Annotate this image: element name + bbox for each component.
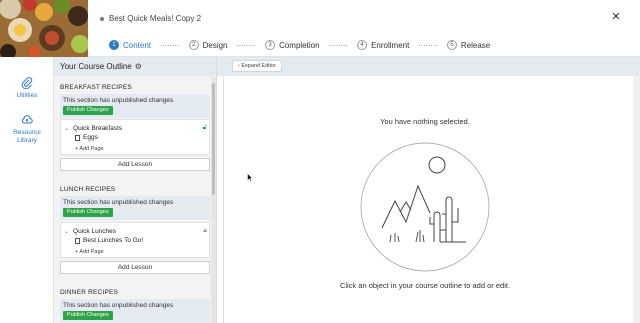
empty-state-illustration-icon — [360, 142, 490, 272]
library-label: Library — [17, 137, 37, 144]
step-number: 5 — [446, 40, 457, 50]
lock-icon[interactable]: 🔒︎ — [203, 227, 207, 235]
step-number: 4 — [357, 40, 368, 50]
unpublished-notice: This section has unpublished changes Pub… — [60, 196, 210, 220]
empty-state-instruction: Click an object in your course outline t… — [339, 281, 511, 290]
lesson-row[interactable]: ⌄ Quick Lunches 🔒︎ — [64, 226, 208, 236]
step-navigation: 1 Content ........ 2 Design ........ 3 C… — [109, 40, 490, 50]
resource-label: Resource — [13, 129, 41, 136]
step-label: Enrollment — [371, 40, 410, 50]
outline-title: Your Course Outline — [60, 62, 132, 71]
chevron-left-icon: ‹ — [238, 63, 240, 69]
app-header: Best Quick Meals! Copy 2 ✕ 1 Content ...… — [0, 0, 640, 57]
course-outline-panel: Your Course Outline ⚙ BREAKFAST RECIPES … — [54, 57, 217, 323]
mouse-cursor-icon — [247, 173, 253, 182]
step-label: Content — [123, 40, 152, 50]
expand-editor-label: Expand Editor — [241, 63, 276, 69]
notice-text: This section has unpublished changes — [63, 199, 174, 206]
gear-icon[interactable]: ⚙ — [135, 62, 142, 71]
notice-text: This section has unpublished changes — [63, 97, 174, 104]
step-separator: ........ — [160, 40, 180, 48]
status-dot-icon — [100, 16, 104, 21]
lesson-title: Quick Lunches — [73, 227, 117, 235]
step-number: 3 — [265, 40, 276, 50]
chevron-down-icon[interactable]: ⌄ — [64, 228, 69, 235]
page-row[interactable]: Best Lunches To Go! — [75, 237, 143, 244]
lesson-card: ⌄ Quick Breakfasts 🔓︎ Eggs + Add Page — [60, 119, 210, 155]
unlock-icon[interactable]: 🔓︎ — [202, 124, 207, 132]
publish-changes-button[interactable]: Publish Changes — [63, 106, 113, 115]
utilities-label: Utilities — [16, 92, 38, 99]
notice-text: This section has unpublished changes — [63, 302, 174, 309]
unpublished-notice: This section has unpublished changes Pub… — [60, 94, 210, 118]
add-lesson-button[interactable]: Add Lesson — [60, 158, 210, 171]
editor-toolbar: ‹ Expand Editor — [217, 57, 640, 76]
section-title: BREAKFAST RECIPES — [60, 84, 132, 91]
scrollbar-thumb[interactable] — [212, 83, 215, 195]
add-page-link[interactable]: + Add Page — [75, 249, 104, 255]
add-page-link[interactable]: + Add Page — [75, 146, 104, 152]
paperclip-icon — [21, 77, 33, 89]
expand-editor-button[interactable]: ‹ Expand Editor — [232, 60, 282, 72]
lesson-title: Quick Breakfasts — [73, 124, 123, 132]
step-number: 2 — [188, 40, 199, 50]
lesson-row[interactable]: ⌄ Quick Breakfasts 🔓︎ — [64, 123, 208, 133]
step-number: 1 — [109, 40, 119, 50]
step-separator: ........ — [418, 40, 438, 48]
course-title-text: Best Quick Meals! Copy 2 — [109, 14, 202, 23]
lesson-card: ⌄ Quick Lunches 🔒︎ Best Lunches To Go! +… — [60, 222, 210, 258]
step-release[interactable]: 5 Release — [446, 40, 491, 50]
step-label: Completion — [279, 40, 320, 50]
page-title: Best Lunches To Go! — [83, 237, 144, 244]
section-title: DINNER RECIPES — [60, 289, 119, 296]
step-content[interactable]: 1 Content — [109, 40, 151, 50]
course-title: Best Quick Meals! Copy 2 — [100, 14, 201, 23]
left-rail: Utilities Resource Library — [0, 57, 54, 323]
step-separator: ........ — [328, 40, 349, 48]
unpublished-notice: This section has unpublished changes Pub… — [60, 299, 210, 323]
empty-state-title: You have nothing selected. — [380, 117, 470, 126]
publish-changes-button[interactable]: Publish Changes — [63, 311, 113, 320]
page-icon — [75, 134, 80, 141]
step-completion[interactable]: 3 Completion — [265, 40, 320, 50]
step-separator: ........ — [236, 40, 257, 48]
add-lesson-button[interactable]: Add Lesson — [60, 261, 210, 274]
step-label: Release — [460, 40, 491, 50]
step-enrollment[interactable]: 4 Enrollment — [357, 40, 409, 50]
page-row[interactable]: Eggs — [75, 134, 98, 141]
step-design[interactable]: 2 Design — [188, 40, 228, 50]
close-button[interactable]: ✕ — [610, 10, 622, 24]
page-title: Eggs — [83, 134, 98, 141]
step-label: Design — [202, 40, 228, 50]
page-icon — [75, 237, 80, 244]
outline-header: Your Course Outline ⚙ — [54, 57, 216, 76]
editor-scrollbar[interactable] — [633, 76, 640, 323]
publish-changes-button[interactable]: Publish Changes — [63, 208, 113, 217]
editor-area: ‹ Expand Editor You have nothing selecte… — [217, 57, 640, 323]
chevron-down-icon[interactable]: ⌄ — [64, 125, 69, 132]
cloud-upload-icon — [21, 115, 33, 124]
outline-scrollbar[interactable] — [211, 77, 216, 323]
resource-library-button[interactable]: Resource Library — [0, 114, 54, 145]
utilities-button[interactable]: Utilities — [0, 77, 54, 100]
section-title: LUNCH RECIPES — [60, 186, 116, 193]
course-thumbnail — [0, 0, 88, 57]
